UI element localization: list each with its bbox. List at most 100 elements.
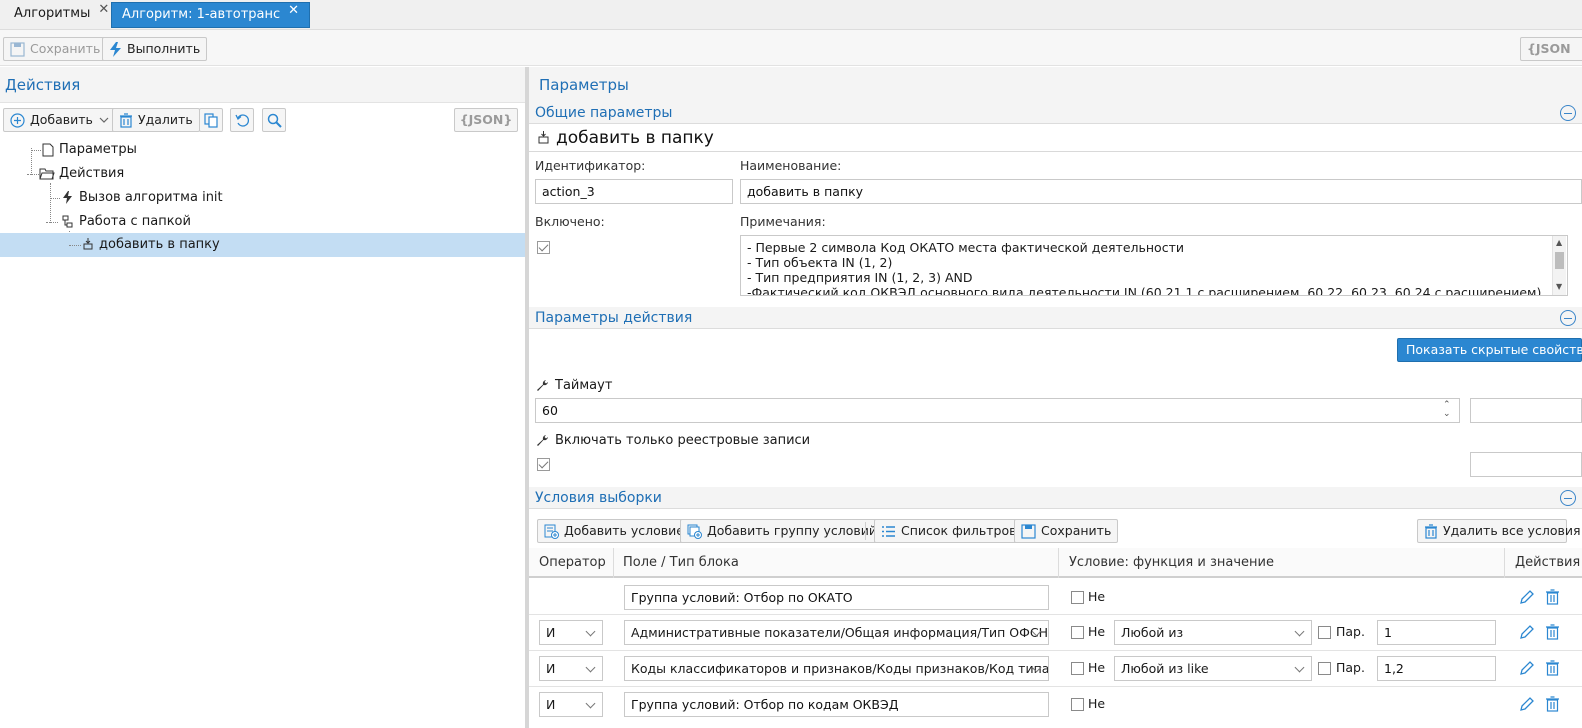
delete-button[interactable]: Удалить	[112, 108, 200, 132]
name-field[interactable]: добавить в папку	[740, 179, 1582, 204]
edit-icon[interactable]	[1519, 696, 1535, 712]
actions-panel: Добавить Удалить {JSON} Параметры Действ…	[0, 103, 525, 728]
enabled-checkbox[interactable]	[537, 241, 550, 254]
json-button[interactable]: {JSON	[1520, 37, 1582, 61]
tab-label: Алгоритм: 1-автотранс	[122, 7, 281, 22]
close-icon[interactable]: ✕	[288, 3, 299, 18]
condition-field[interactable]: Группа условий: Отбор по кодам ОКВЭД	[624, 692, 1049, 717]
trash-icon[interactable]	[1545, 696, 1560, 712]
function-value: Любой из	[1121, 625, 1184, 640]
timeout-label: Таймаут	[555, 378, 613, 393]
function-select[interactable]: Любой из like	[1114, 656, 1312, 681]
spinner-arrows-icon[interactable]: ⌃ ⌄	[1443, 401, 1451, 419]
save-label: Сохранить	[30, 41, 101, 56]
tab-algorithm-edit[interactable]: Алгоритм: 1-автотранс ✕	[111, 2, 311, 28]
tree-item-label: Действия	[59, 166, 125, 181]
copy-button[interactable]	[199, 108, 223, 132]
collapse-icon[interactable]	[1560, 490, 1576, 506]
timeout-field[interactable]: 60	[535, 398, 1460, 423]
operator-select[interactable]: И	[539, 656, 603, 681]
scroll-thumb[interactable]	[1555, 252, 1564, 269]
delete-all-conditions-button[interactable]: Удалить все условия	[1417, 519, 1580, 543]
operator-value: И	[546, 697, 556, 712]
operator-select[interactable]: И	[539, 620, 603, 645]
param-checkbox[interactable]	[1318, 662, 1331, 675]
condition-value-field[interactable]: 1,2	[1377, 656, 1496, 681]
id-field[interactable]: action_3	[535, 179, 733, 204]
panel-splitter[interactable]	[525, 67, 529, 728]
tree-item-parameters[interactable]: Параметры	[0, 138, 525, 162]
notes-line: -Фактический код ОКВЭД основного вида де…	[747, 285, 1542, 296]
column-divider	[1058, 548, 1059, 578]
column-divider	[613, 548, 614, 578]
notes-scrollbar[interactable]: ▲ ▼	[1552, 236, 1566, 295]
add-label: Добавить	[30, 112, 93, 127]
run-button[interactable]: Выполнить	[102, 37, 208, 61]
timeout-extra-field[interactable]	[1470, 398, 1582, 423]
add-condition-button[interactable]: Добавить условие	[537, 519, 691, 543]
trash-icon[interactable]	[1545, 624, 1560, 640]
edit-icon[interactable]	[1519, 660, 1535, 676]
column-divider	[1504, 548, 1505, 578]
condition-field[interactable]: Группа условий: Отбор по ОКАТО	[624, 585, 1049, 610]
tree-item-folder-work[interactable]: Работа с папкой	[0, 210, 525, 234]
tab-algorithms[interactable]: Алгоритмы ✕	[4, 2, 119, 28]
function-select[interactable]: Любой из	[1114, 620, 1312, 645]
delete-label: Удалить	[138, 112, 193, 127]
not-checkbox[interactable]	[1071, 591, 1084, 604]
trash-icon[interactable]	[1545, 589, 1560, 605]
search-icon	[267, 113, 282, 128]
operator-value: И	[546, 661, 556, 676]
condition-field-select[interactable]: Административные показатели/Общая информ…	[624, 620, 1049, 645]
general-section-header[interactable]: Общие параметры	[529, 102, 1582, 124]
tree-item-add-to-folder[interactable]: добавить в папку	[0, 233, 525, 257]
chevron-down-icon	[585, 626, 596, 637]
column-operator: Оператор	[539, 555, 606, 570]
json-button[interactable]: {JSON}	[454, 108, 518, 132]
not-checkbox[interactable]	[1071, 662, 1084, 675]
collapse-icon[interactable]	[1560, 105, 1576, 121]
undo-icon	[235, 113, 250, 127]
add-condition-group-button[interactable]: Добавить группу условий	[680, 519, 885, 543]
add-dropdown-button[interactable]: Добавить	[3, 108, 117, 132]
show-hidden-properties-button[interactable]: Показать скрытые свойства	[1397, 338, 1582, 362]
filter-list-button[interactable]: Список фильтров	[874, 519, 1024, 543]
not-checkbox[interactable]	[1071, 626, 1084, 639]
notes-textarea[interactable]: - Первые 2 символа Код ОКАТО места факти…	[740, 235, 1568, 296]
edit-icon[interactable]	[1519, 589, 1535, 605]
search-button[interactable]	[262, 108, 286, 132]
registry-extra-field[interactable]	[1470, 452, 1582, 477]
tree-item-actions[interactable]: Действия	[0, 162, 525, 186]
conditions-section-header[interactable]: Условия выборки	[529, 487, 1582, 509]
not-label: Не	[1088, 624, 1106, 639]
action-params-section-header[interactable]: Параметры действия	[529, 307, 1582, 329]
tab-bar: Алгоритмы ✕ Алгоритм: 1-автотранс ✕	[0, 0, 1582, 30]
column-condition: Условие: функция и значение	[1069, 555, 1274, 570]
condition-field-select[interactable]: Коды классификаторов и признаков/Коды пр…	[624, 656, 1049, 681]
conditions-table-header: Оператор Поле / Тип блока Условие: функц…	[529, 548, 1582, 578]
wrench-icon	[537, 435, 548, 446]
trash-icon	[120, 112, 132, 128]
scroll-down-icon[interactable]: ▼	[1556, 282, 1562, 291]
list-icon	[882, 525, 895, 537]
close-icon[interactable]: ✕	[98, 2, 109, 17]
operator-select[interactable]: И	[539, 692, 603, 717]
tree-item-label: Работа с папкой	[79, 214, 191, 229]
enabled-label: Включено:	[535, 214, 605, 229]
registry-only-checkbox[interactable]	[537, 458, 550, 471]
refresh-button[interactable]	[230, 108, 254, 132]
lightning-icon	[63, 191, 72, 204]
actions-panel-title: Действия	[0, 67, 525, 103]
trash-icon[interactable]	[1545, 660, 1560, 676]
scroll-up-icon[interactable]: ▲	[1556, 238, 1562, 247]
tree-item-call-init[interactable]: Вызов алгоритма init	[0, 186, 525, 210]
edit-icon[interactable]	[1519, 624, 1535, 640]
run-label: Выполнить	[127, 41, 201, 56]
tree-item-label: Вызов алгоритма init	[79, 190, 223, 205]
condition-value-field[interactable]: 1	[1377, 620, 1496, 645]
collapse-icon[interactable]	[1560, 310, 1576, 326]
param-checkbox[interactable]	[1318, 626, 1331, 639]
save-conditions-button[interactable]: Сохранить	[1014, 519, 1119, 543]
save-button[interactable]: Сохранить	[3, 37, 108, 61]
not-checkbox[interactable]	[1071, 698, 1084, 711]
